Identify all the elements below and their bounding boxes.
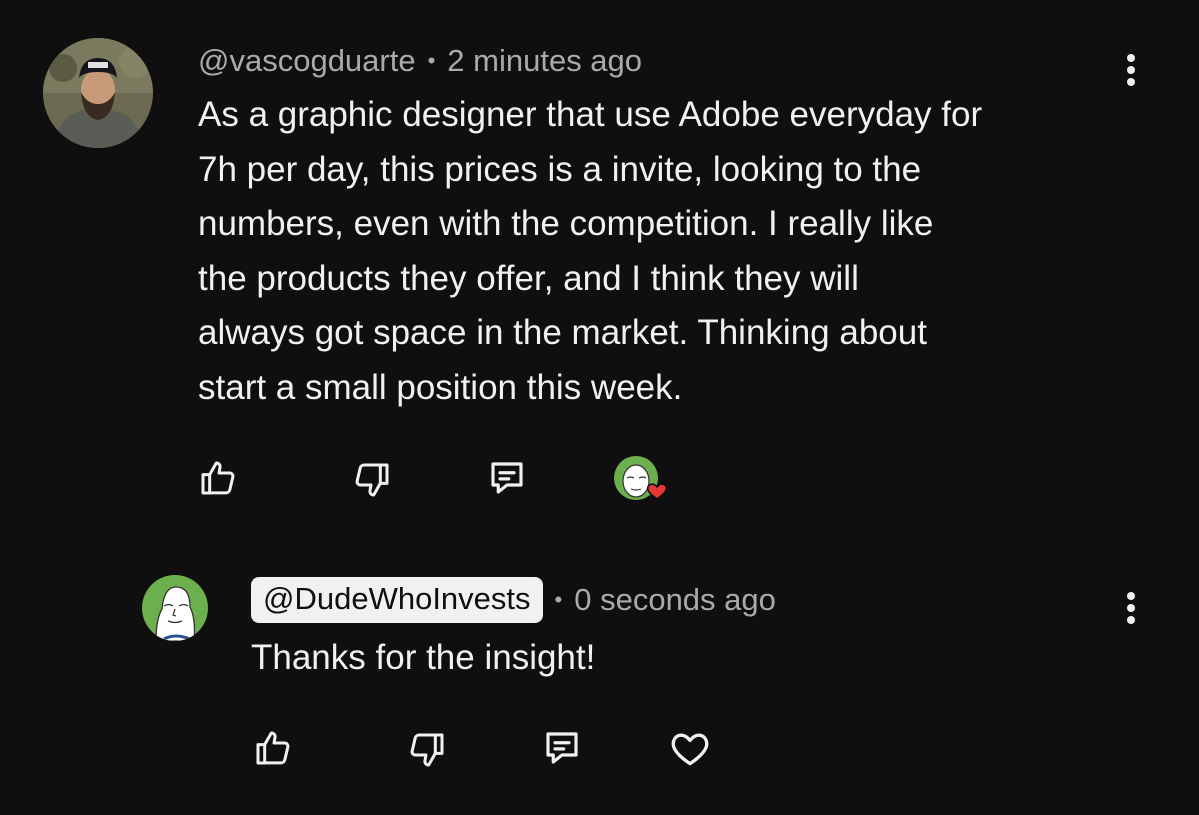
wojak-avatar [142, 575, 208, 641]
reply-timestamp[interactable]: 0 seconds ago [574, 582, 776, 618]
reply-reply-button[interactable] [540, 726, 584, 770]
comment-text-line: 7h per day, this prices is a invite, loo… [198, 149, 922, 189]
reply-avatar[interactable] [142, 575, 208, 641]
comment-text-line: start a small position this week. [198, 367, 683, 407]
thumbs-down-icon [410, 733, 444, 767]
creator-heart-badge [612, 454, 668, 506]
dislike-button[interactable] [350, 458, 394, 502]
comment-timestamp[interactable]: 2 minutes ago [447, 43, 642, 79]
reply-heart-button[interactable] [668, 726, 712, 770]
thumbs-up-icon [201, 461, 235, 495]
meta-separator: • [554, 587, 563, 612]
comment-text-line: As a graphic designer that use Adobe eve… [198, 95, 983, 134]
thumbs-down-icon [355, 463, 389, 497]
comment-text-line: numbers, even with the competition. I re… [198, 204, 934, 243]
like-button[interactable] [196, 456, 240, 500]
comment-text-line: the products they offer, and I think the… [198, 258, 859, 298]
reply-like-button[interactable] [251, 726, 295, 770]
meta-separator: • [427, 48, 436, 73]
comment-meta: @vascogduarte • 2 minutes ago [198, 40, 642, 82]
reply-author-chip[interactable]: @DudeWhoInvests [251, 577, 543, 623]
reply-comment-icon [546, 732, 578, 764]
comment-text: As a graphic designer that use Adobe eve… [198, 88, 1158, 415]
comment-text-line: always got space in the market. Thinking… [198, 313, 927, 352]
reply-comment-icon [491, 462, 523, 494]
thumbs-up-icon [256, 731, 290, 765]
comment-author[interactable]: @vascogduarte [198, 43, 416, 79]
reply-menu-button[interactable] [1121, 592, 1141, 632]
commenter-avatar[interactable] [43, 38, 153, 148]
reply-text: Thanks for the insight! [251, 638, 596, 677]
reply-dislike-button[interactable] [405, 728, 449, 772]
reply-meta: @DudeWhoInvests • 0 seconds ago [251, 575, 776, 625]
reply-button[interactable] [485, 456, 529, 500]
heart-outline-icon [671, 733, 709, 766]
